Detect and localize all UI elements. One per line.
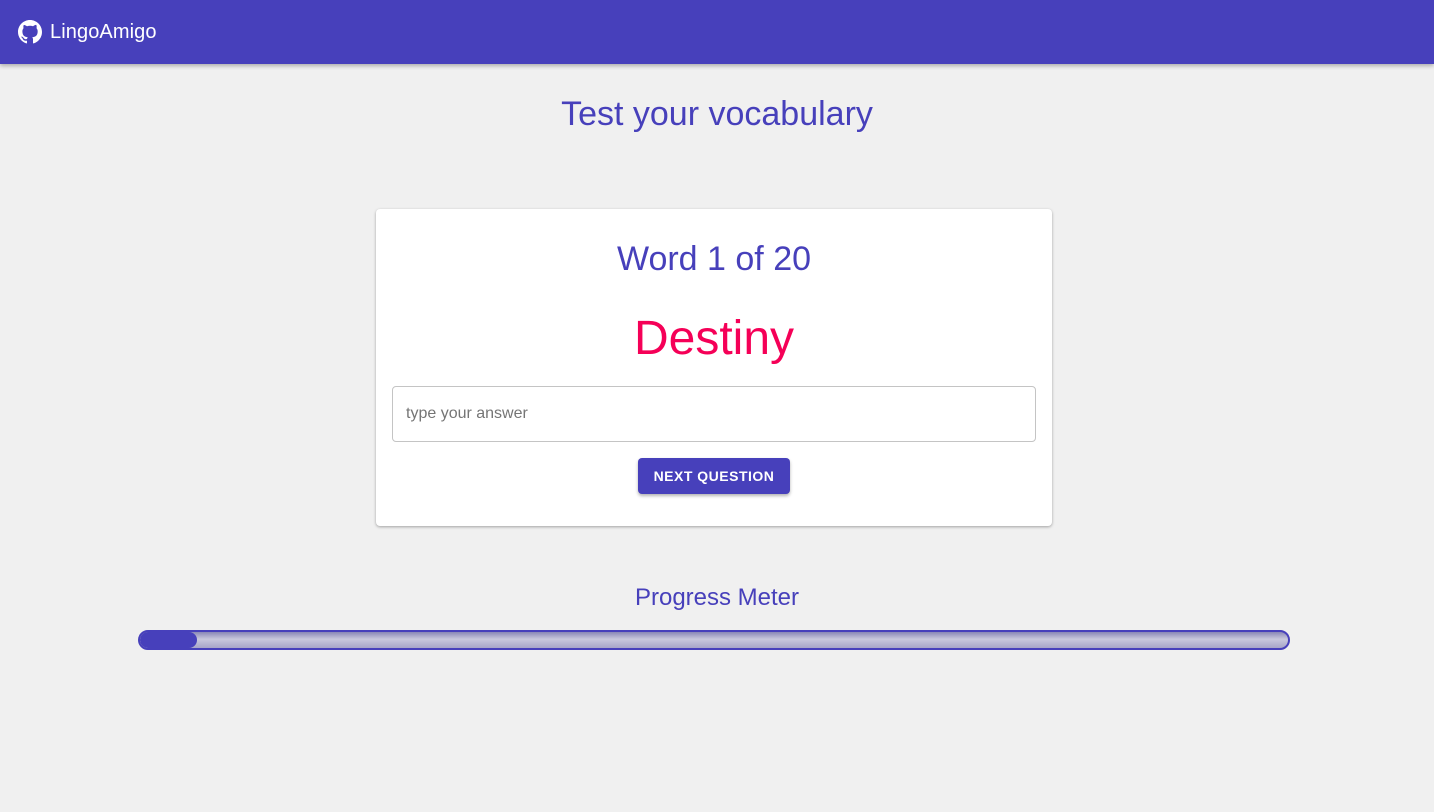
- page-title: Test your vocabulary: [561, 95, 873, 133]
- app-bar: LingoAmigo: [0, 0, 1434, 64]
- progress-title: Progress Meter: [634, 584, 800, 611]
- brand-name[interactable]: LingoAmigo: [50, 21, 157, 44]
- progress-fill: [140, 632, 198, 648]
- github-icon[interactable]: [18, 20, 42, 44]
- quiz-word: Destiny: [633, 312, 795, 365]
- progress-meter: [138, 630, 1290, 650]
- next-question-button[interactable]: Next Question: [638, 458, 790, 494]
- answer-input[interactable]: [392, 386, 1036, 442]
- quiz-card: Word 1 of 20 Destiny Next Question: [376, 209, 1052, 526]
- word-counter: Word 1 of 20: [616, 240, 812, 278]
